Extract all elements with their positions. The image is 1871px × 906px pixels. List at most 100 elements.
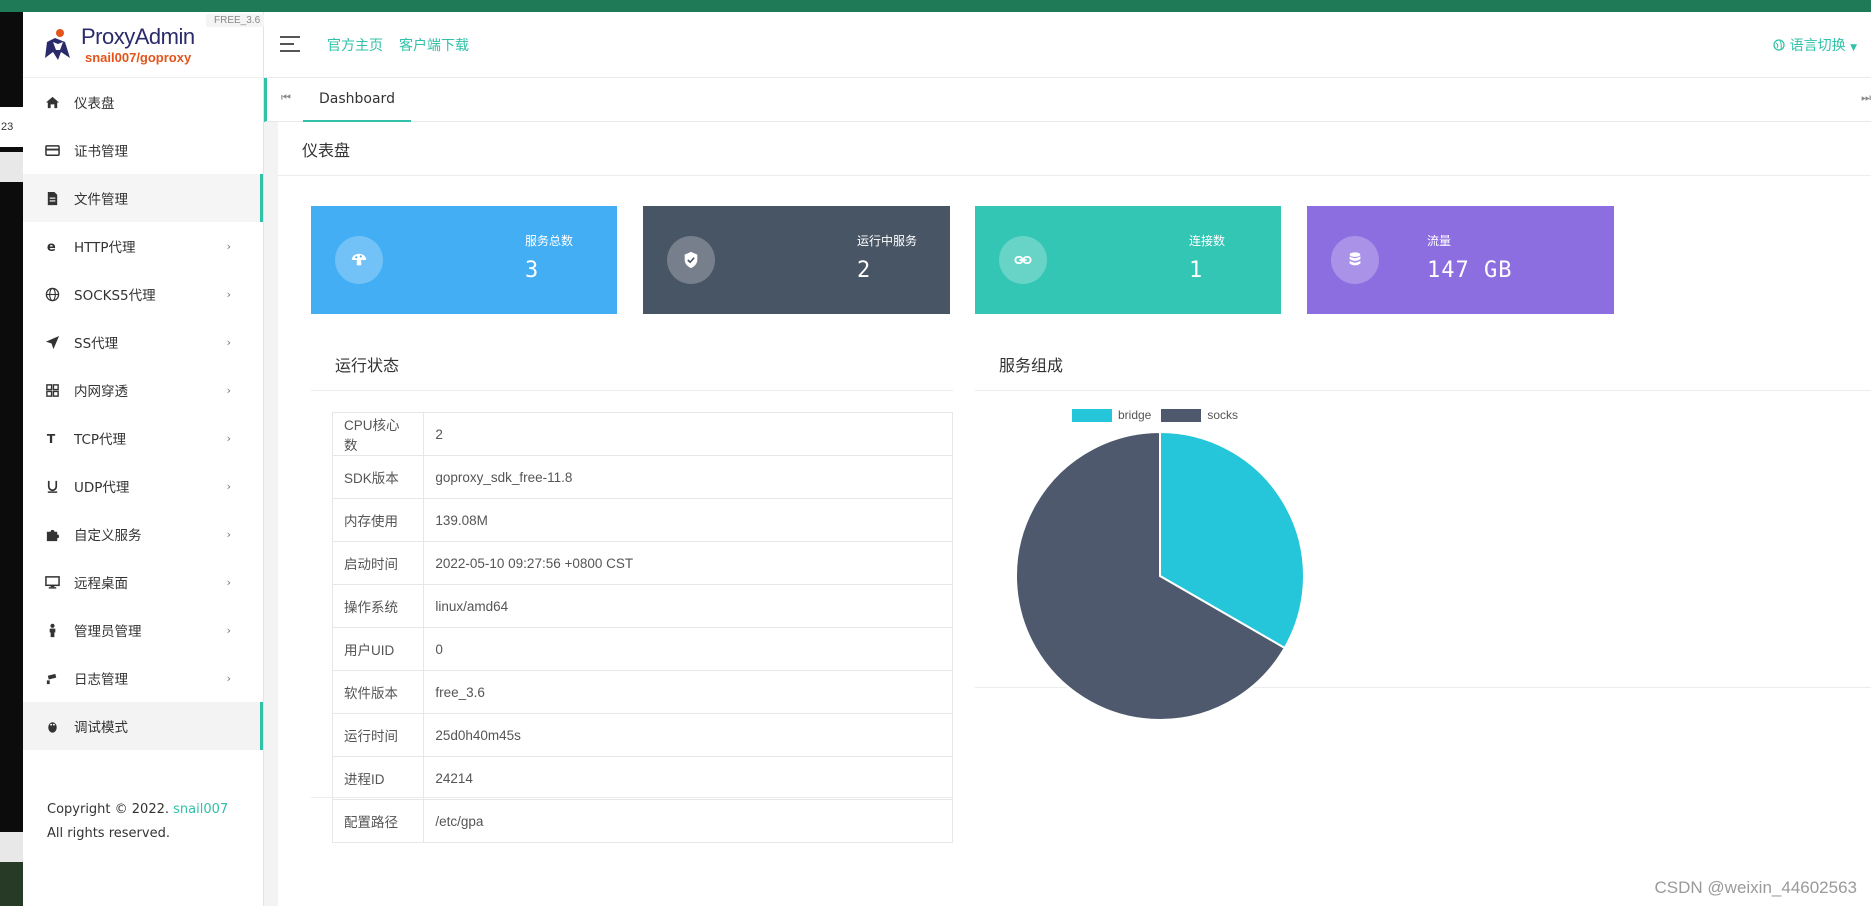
home-link[interactable]: 官方主页 xyxy=(327,35,383,55)
sidebar-item[interactable]: 仪表盘 xyxy=(23,78,263,126)
tab-bar: ⏮ Dashboard ⏭ xyxy=(264,78,1871,122)
stat-label: 流量 xyxy=(1427,234,1452,248)
status-value: 24214 xyxy=(423,756,953,800)
language-switch[interactable]: 语言切换 ▼ xyxy=(1773,35,1857,55)
sidebar-item[interactable]: UDP代理 › xyxy=(23,462,263,510)
watermark-text: CSDN @weixin_44602563 xyxy=(1654,878,1857,897)
legend-item[interactable]: bridge xyxy=(1072,408,1151,422)
database-icon xyxy=(1331,236,1379,284)
camera-icon xyxy=(44,670,60,686)
sidebar-item-label: 内网穿透 xyxy=(74,384,128,400)
stat-value: 1 xyxy=(1189,258,1204,283)
chevron-right-icon: › xyxy=(226,287,231,301)
stat-card: 流量 147 GB xyxy=(1307,206,1614,314)
status-value: goproxy_sdk_free-11.8 xyxy=(423,455,953,499)
sidebar-menu: 仪表盘 证书管理 文件管理 e HTTP代理 › SOCKS5代理 › SS代理 › 内网穿透 › T T… xyxy=(23,78,263,750)
sidebar-item-label: SOCKS5代理 xyxy=(74,288,156,304)
sidebar-item[interactable]: SOCKS5代理 › xyxy=(23,270,263,318)
tab-scroll-right-icon[interactable]: ⏭ xyxy=(1861,91,1871,105)
sidebar-item[interactable]: e HTTP代理 › xyxy=(23,222,263,270)
status-table: CPU核心数 2 SDK版本 goproxy_sdk_free-11.8 内存使用 139… xyxy=(331,412,953,843)
chevron-right-icon: › xyxy=(226,479,231,493)
stat-card: 连接数 1 xyxy=(975,206,1281,314)
content-area: 仪表盘 服务总数 3 运行中服务 2 连接数 1 流量 147 GB 运行状态 CPU核心数 2… xyxy=(264,122,1871,906)
stat-value: 3 xyxy=(525,258,540,283)
table-row: 进程ID 24214 xyxy=(331,756,953,800)
shield-check-icon xyxy=(667,236,715,284)
composition-box: 服务组成 bridge socks xyxy=(975,338,1871,721)
logo-name: ProxyAdmin xyxy=(81,24,195,49)
legend-label: socks xyxy=(1207,408,1239,422)
status-value: 2 xyxy=(423,412,953,456)
download-link[interactable]: 客户端下载 xyxy=(399,35,469,55)
sidebar-item[interactable]: 调试模式 xyxy=(23,702,263,750)
copyright: Copyright © 2022. snail007 All rights re… xyxy=(47,798,247,846)
card-icon xyxy=(44,142,60,158)
background-photo xyxy=(0,862,23,906)
status-title: 运行状态 xyxy=(335,356,400,375)
stat-label: 服务总数 xyxy=(525,234,574,248)
menu-toggle-icon[interactable] xyxy=(280,36,300,52)
ie-icon: e xyxy=(44,238,60,254)
status-box: 运行状态 CPU核心数 2 SDK版本 goproxy_sdk_free-11.8 内存… xyxy=(311,338,953,843)
sidebar-item-label: 自定义服务 xyxy=(74,528,142,544)
sidebar-item-label: HTTP代理 xyxy=(74,240,136,256)
tab-dashboard[interactable]: Dashboard xyxy=(303,78,411,122)
stat-value: 2 xyxy=(857,258,872,283)
sidebar-item[interactable]: 日志管理 › xyxy=(23,654,263,702)
sidebar-item[interactable]: 自定义服务 › xyxy=(23,510,263,558)
network-icon xyxy=(44,382,60,398)
composition-divider xyxy=(975,390,1871,391)
chart-legend: bridge socks xyxy=(1072,408,1248,422)
status-divider xyxy=(311,390,953,391)
globe-icon xyxy=(1773,39,1785,51)
sidebar-item-label: 文件管理 xyxy=(74,192,128,208)
link-icon xyxy=(999,236,1047,284)
caret-down-icon: ▼ xyxy=(1850,43,1857,53)
tab-scroll-left-icon[interactable]: ⏮ xyxy=(281,91,291,105)
sidebar-item[interactable]: SS代理 › xyxy=(23,318,263,366)
status-value: 2022-05-10 09:27:56 +0800 CST xyxy=(423,541,953,585)
status-key: CPU核心数 xyxy=(331,412,425,456)
sidebar-item[interactable]: 远程桌面 › xyxy=(23,558,263,606)
chevron-right-icon: › xyxy=(226,575,231,589)
puzzle-icon xyxy=(44,526,60,542)
copyright-link[interactable]: snail007 xyxy=(173,802,228,817)
user-icon xyxy=(44,622,60,638)
sidebar-item-label: TCP代理 xyxy=(74,432,127,448)
sidebar-item[interactable]: 证书管理 xyxy=(23,126,263,174)
send-icon xyxy=(44,334,60,350)
window-top-strip xyxy=(0,0,1871,12)
sidebar-item[interactable]: 文件管理 xyxy=(23,174,263,222)
background-clock-text: 23 xyxy=(0,107,23,147)
mushroom-icon xyxy=(335,236,383,284)
status-value: linux/amd64 xyxy=(423,584,953,628)
legend-label: bridge xyxy=(1118,408,1152,422)
sidebar-item[interactable]: 内网穿透 › xyxy=(23,366,263,414)
chevron-right-icon: › xyxy=(226,527,231,541)
sidebar-item-label: 仪表盘 xyxy=(74,96,115,112)
chevron-right-icon: › xyxy=(226,431,231,445)
legend-item[interactable]: socks xyxy=(1161,408,1238,422)
sidebar-item-label: SS代理 xyxy=(74,336,119,352)
sidebar-item[interactable]: 管理员管理 › xyxy=(23,606,263,654)
sidebar-item-label: 管理员管理 xyxy=(74,624,142,640)
background-window-strip: 23 xyxy=(0,12,23,906)
status-key: 运行时间 xyxy=(331,713,425,757)
file-icon xyxy=(44,190,60,206)
table-row: 操作系统 linux/amd64 xyxy=(331,584,953,628)
status-value: 0 xyxy=(423,627,953,671)
stat-value: 147 GB xyxy=(1427,258,1513,283)
udp-icon xyxy=(44,478,60,494)
table-row: 运行时间 25d0h40m45s xyxy=(331,713,953,757)
chevron-right-icon: › xyxy=(226,335,231,349)
logo[interactable]: ProxyAdmin snail007/goproxy FREE_3.6 xyxy=(23,12,269,78)
composition-title: 服务组成 xyxy=(999,356,1064,375)
page-title: 仪表盘 xyxy=(302,141,351,160)
background-block xyxy=(0,152,23,182)
globe-icon xyxy=(44,286,60,302)
svg-text:e: e xyxy=(46,240,55,254)
status-value: /etc/gpa xyxy=(423,799,953,843)
tcp-icon: T xyxy=(44,430,60,446)
sidebar-item[interactable]: T TCP代理 › xyxy=(23,414,263,462)
